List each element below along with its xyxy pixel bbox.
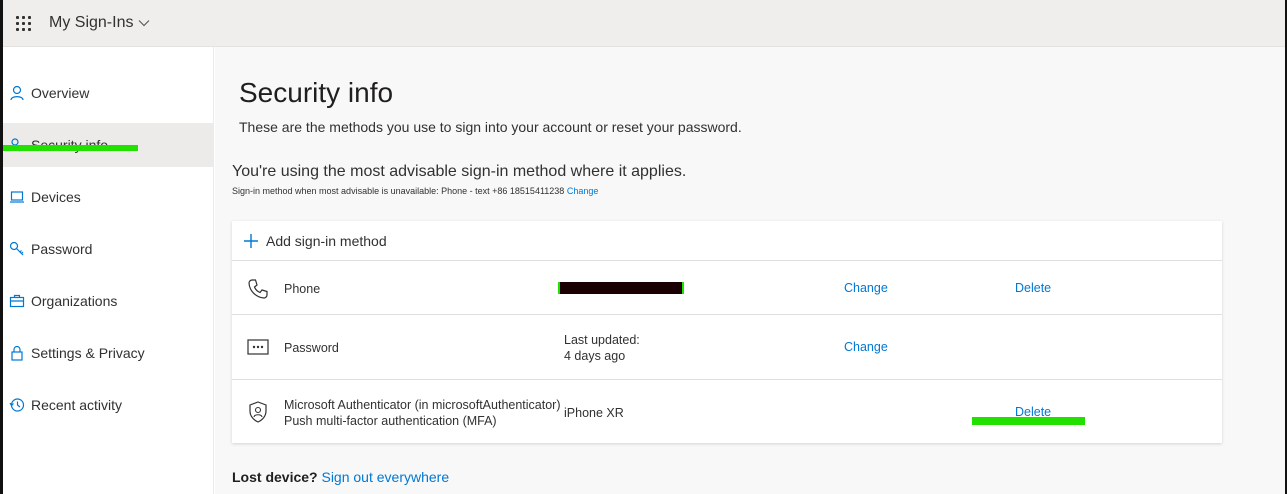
add-method-label: Add sign-in method	[266, 232, 387, 249]
authenticator-name: Microsoft Authenticator (in microsoftAut…	[284, 398, 561, 412]
sidebar-item-label: Recent activity	[31, 397, 123, 413]
sidebar-item-overview[interactable]: Overview	[3, 71, 214, 115]
sidebar-nav: Overview Security info Devices Password …	[3, 47, 214, 494]
sidebar-item-devices[interactable]: Devices	[3, 175, 214, 219]
redacted-phone-number	[558, 282, 684, 294]
key-icon	[3, 241, 31, 257]
history-icon	[3, 397, 31, 413]
plus-icon	[241, 233, 261, 249]
fallback-method-label: Sign-in method when most advisable is un…	[232, 186, 565, 196]
phone-change-link[interactable]: Change	[844, 281, 888, 295]
advisable-method-message: You're using the most advisable sign-in …	[232, 163, 687, 180]
chevron-down-icon[interactable]	[138, 19, 150, 27]
password-dots-icon	[246, 335, 270, 359]
method-name: Password	[284, 341, 339, 355]
password-last-updated-value: 4 days ago	[564, 349, 626, 363]
app-title[interactable]: My Sign-Ins	[49, 14, 133, 32]
fallback-method-text: Sign-in method when most advisable is un…	[232, 186, 598, 196]
sidebar-item-label: Overview	[31, 85, 90, 101]
person-icon	[3, 85, 31, 101]
sidebar-item-password[interactable]: Password	[3, 227, 214, 271]
authenticator-type: Push multi-factor authentication (MFA)	[284, 414, 497, 428]
annotation-highlight	[972, 417, 1085, 425]
window-left-border	[0, 0, 3, 494]
app-launcher-icon[interactable]	[3, 0, 43, 47]
method-row-password: Password Last updated: 4 days ago Change	[232, 315, 1222, 380]
phone-delete-link[interactable]: Delete	[1015, 281, 1051, 295]
sign-in-methods-card: Add sign-in method Phone Change Delete P…	[232, 221, 1222, 443]
password-change-link[interactable]: Change	[844, 340, 888, 354]
page-subtitle: These are the methods you use to sign in…	[239, 119, 742, 135]
page-title: Security info	[239, 77, 394, 108]
sidebar-item-label: Devices	[31, 189, 81, 205]
fallback-change-link[interactable]: Change	[567, 186, 599, 196]
sidebar-item-organizations[interactable]: Organizations	[3, 279, 214, 323]
add-sign-in-method-button[interactable]: Add sign-in method	[232, 221, 1222, 261]
lost-device-section: Lost device? Sign out everywhere	[232, 469, 449, 485]
authenticator-device: iPhone XR	[564, 406, 624, 420]
sidebar-item-settings-privacy[interactable]: Settings & Privacy	[3, 331, 214, 375]
briefcase-icon	[3, 293, 31, 309]
laptop-icon	[3, 189, 31, 205]
method-row-phone: Phone Change Delete	[232, 262, 1222, 315]
sidebar-item-label: Settings & Privacy	[31, 345, 145, 361]
lost-device-label: Lost device?	[232, 469, 318, 485]
authenticator-icon	[246, 400, 270, 424]
main-content: Security info These are the methods you …	[215, 47, 1285, 494]
top-bar: My Sign-Ins	[3, 0, 1285, 47]
sidebar-item-label: Organizations	[31, 293, 118, 309]
annotation-highlight	[3, 145, 138, 151]
sign-out-everywhere-link[interactable]: Sign out everywhere	[321, 469, 449, 485]
lock-icon	[3, 345, 31, 361]
sidebar-item-recent-activity[interactable]: Recent activity	[3, 383, 214, 427]
sidebar-item-label: Password	[31, 241, 93, 257]
password-last-updated-label: Last updated:	[564, 333, 640, 347]
method-row-authenticator: Microsoft Authenticator (in microsoftAut…	[232, 380, 1222, 443]
method-name: Phone	[284, 282, 321, 296]
phone-icon	[246, 277, 270, 301]
